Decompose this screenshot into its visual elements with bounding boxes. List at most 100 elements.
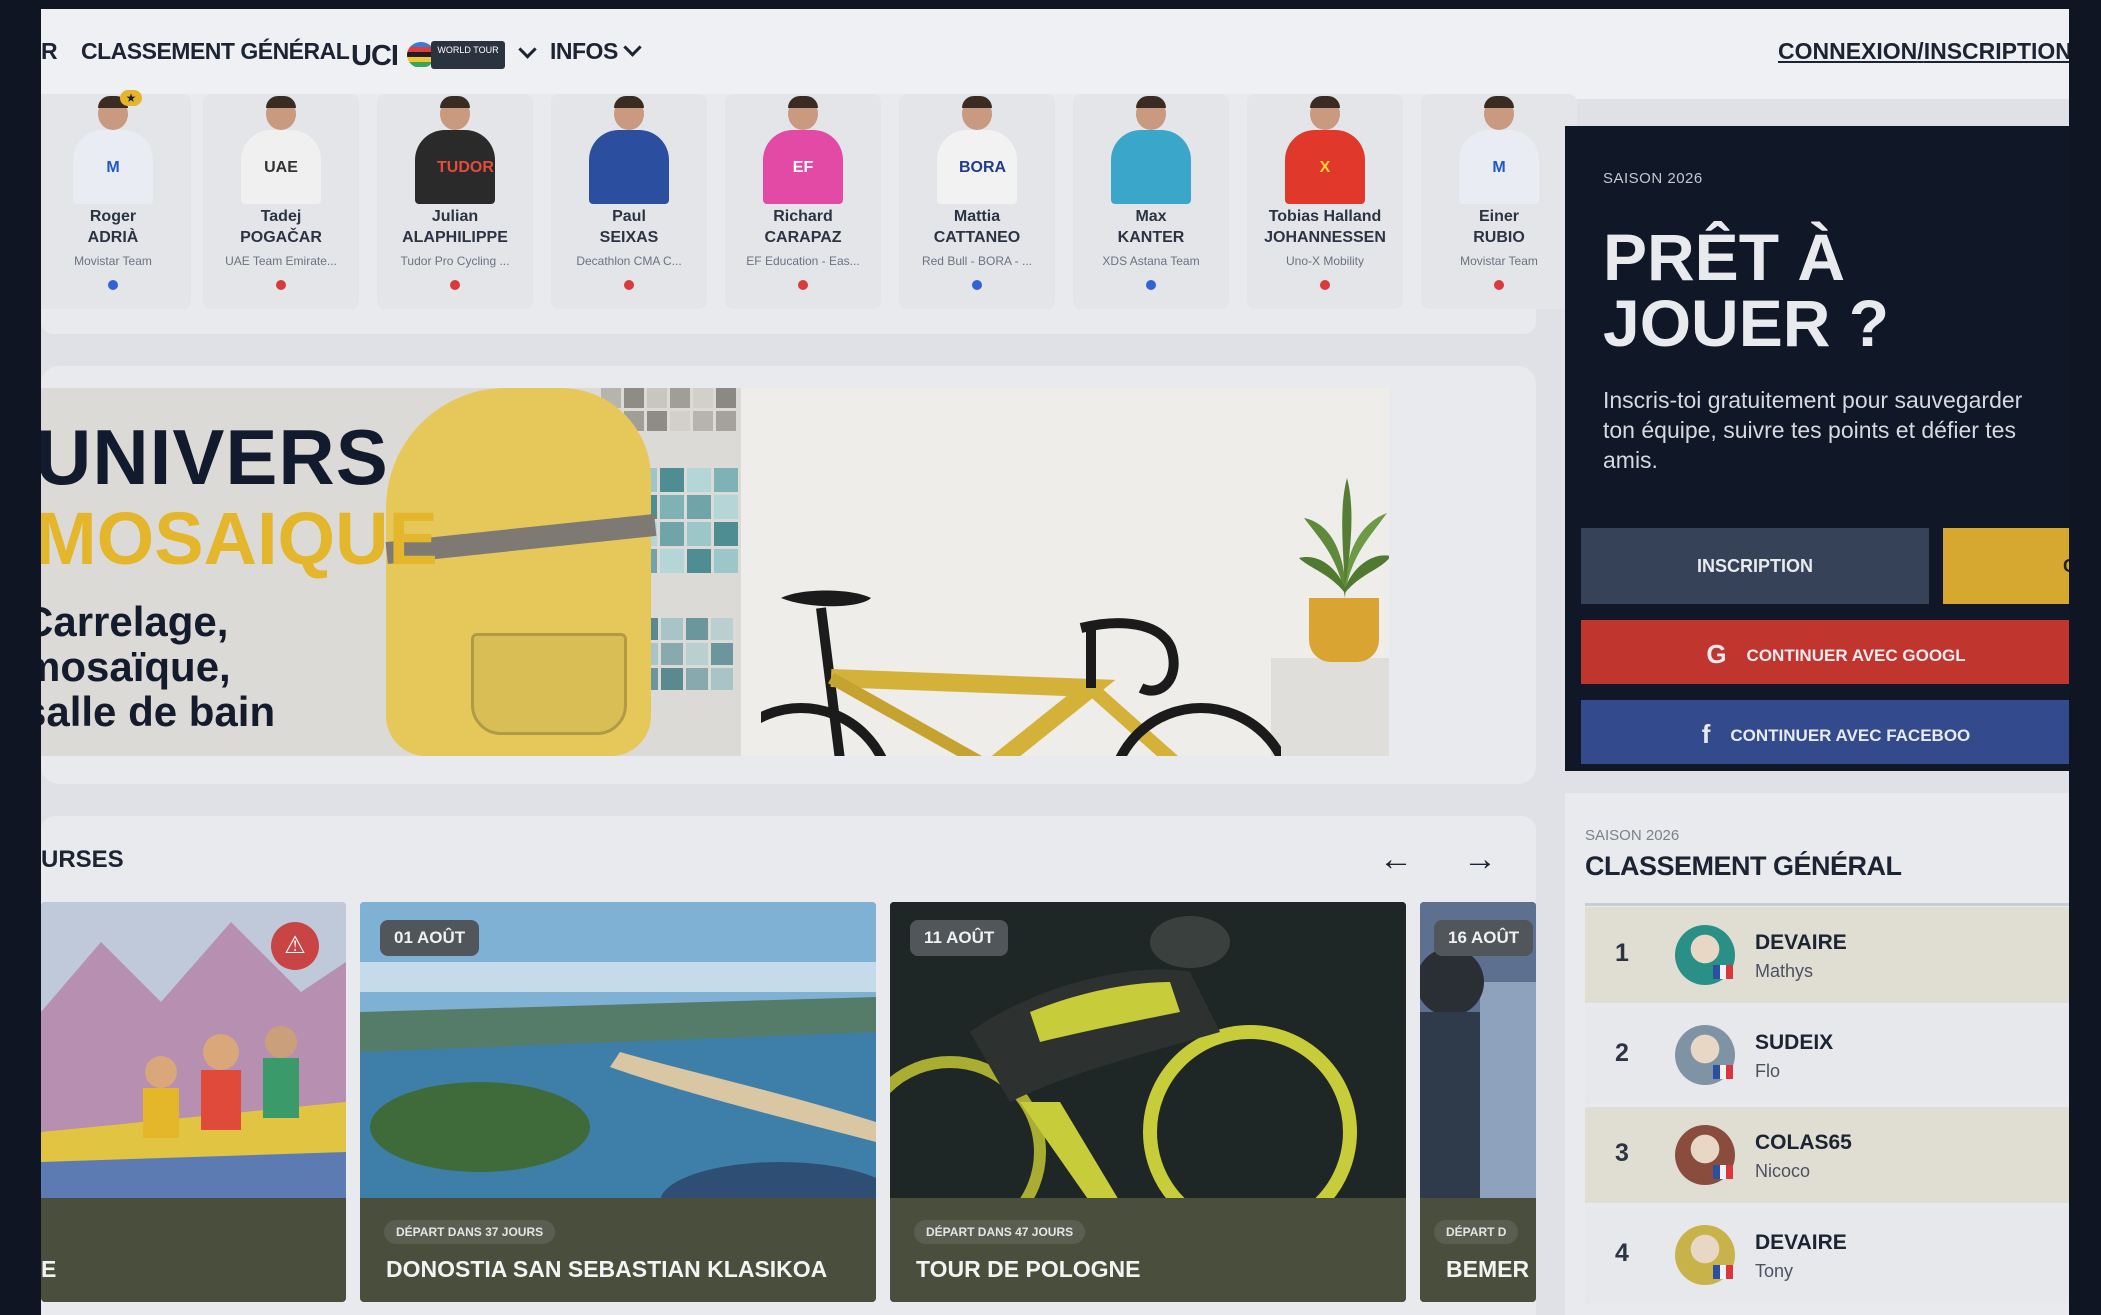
rider-first-name: Tobias Halland [1268,208,1382,225]
rider-status-dot [624,280,634,290]
rider-status-dot [1146,280,1156,290]
player-first-name: Nicoco [1755,1161,1811,1181]
chevron-down-icon [518,40,537,59]
rider-first-name: Einer [1478,208,1519,225]
ad-banner-card[interactable]: UNIVERS MOSAIQUE Carrelage, mosaïque, sa… [41,366,1536,784]
rider-hair [614,96,644,108]
rider-last-name: CATTANEO [933,229,1021,246]
rider-hair [440,96,470,108]
uci-worldtour-menu[interactable]: UCI WORLD TOUR [351,33,561,73]
rider-last-name: CARAPAZ [764,229,842,246]
rider-photo: BORA [937,94,1017,204]
plant-icon [1299,478,1389,598]
team-logo: M [106,159,120,176]
ad-banner-image[interactable]: UNIVERS MOSAIQUE Carrelage, mosaïque, sa… [41,388,1389,756]
star-icon: ★ [120,90,142,106]
france-flag-icon [1713,1065,1734,1079]
signup-title-line-2: JOUER ? [1603,286,1890,360]
rider-last-name: KANTER [1117,229,1185,246]
rider-last-name: JOHANNESSEN [1264,229,1386,246]
rider-card[interactable]: BORA Mattia CATTANEO Red Bull - BORA - ... [899,94,1055,309]
rider-card[interactable]: M Einer RUBIO Movistar Team [1421,94,1577,309]
rider-status-dot [798,280,808,290]
rider-photo: M [1459,94,1539,204]
race-name: BEMER [1446,1256,1530,1282]
riders-carousel: M ★ Roger ADRIÀ Movistar Team UAE Tadej POGAČAR… [41,90,1577,334]
race-date-badge: 11 AOÛT [910,920,1009,956]
signup-title-line-1: PRÊT À [1603,220,1846,294]
nav-classement-general[interactable]: CLASSEMENT GÉNÉRAL [81,38,350,65]
player-first-name: Mathys [1755,961,1814,981]
google-login-label: CONTINUER AVEC GOOGL [1746,646,1966,665]
player-first-name: Tony [1755,1261,1794,1281]
player-name: DEVAIRE [1755,931,1847,954]
rider-team: Red Bull - BORA - ... [921,254,1033,268]
player-name: SUDEIX [1755,1031,1834,1054]
team-logo: X [1319,159,1331,176]
ranking-position: 4 [1615,1239,1629,1267]
login-link[interactable]: CONNEXION [1778,38,1917,64]
ranking-position: 3 [1615,1139,1629,1167]
rider-card[interactable]: EF Richard CARAPAZ EF Education - Eas... [725,94,881,309]
rider-photo: M [73,94,153,204]
race-departure-badge: DÉPART D [1434,1220,1519,1244]
ad-line-2: mosaïque, [41,643,231,690]
signup-title: PRÊT À JOUER ? [1603,224,1889,356]
nav-infos[interactable]: INFOS [550,38,642,65]
ranking-row[interactable]: 2 SUDEIX Flo [1585,1007,2069,1103]
rider-card[interactable]: Max KANTER XDS Astana Team [1073,94,1229,309]
plant-pot [1309,598,1379,662]
rider-card[interactable]: M ★ Roger ADRIÀ Movistar Team [41,90,191,309]
races-title: URSES [41,846,124,873]
rider-last-name: ADRIÀ [87,229,139,246]
race-card[interactable]: 11 AOÛT DÉPART DANS 47 JOURS TOUR DE POL… [890,902,1406,1302]
google-login-button[interactable]: G CONTINUER AVEC GOOGL [1581,620,2069,684]
rider-card[interactable]: UAE Tadej POGAČAR UAE Team Emirate... [203,94,359,309]
race-card[interactable]: 01 AOÛT DÉPART DANS 37 JOURS DONOSTIA SA… [360,902,876,1302]
race-card[interactable]: ⚠ E [41,902,346,1302]
facebook-login-button[interactable]: f CONTINUER AVEC FACEBOO [1581,700,2069,764]
rider-first-name: Julian [431,208,479,225]
france-flag-icon [1713,1165,1734,1179]
rider-hair [1136,96,1166,108]
player-first-name: Flo [1755,1061,1781,1081]
races-next-arrow-icon[interactable]: → [1463,840,1497,879]
race-departure-badge: DÉPART DANS 47 JOURS [914,1220,1086,1244]
france-flag-icon [1713,965,1734,979]
connexion-button[interactable]: C [1943,528,2069,604]
france-flag-icon [1713,1265,1734,1279]
rider-hair [1484,96,1514,108]
register-link[interactable]: INSCRIPTION [1924,38,2069,64]
races-section: URSES ← → ⚠ E 01 AOÛT DÉPART DANS 37 JOU… [41,816,1536,1315]
player-name: DEVAIRE [1755,1231,1847,1254]
race-footer: DÉPART D BEMER [1420,1198,1536,1302]
nav-item-partial[interactable]: R [41,38,58,65]
worldtour-badge: WORLD TOUR [431,41,505,69]
ranking-row[interactable]: 4 DEVAIRE Tony [1585,1207,2069,1303]
rider-team: Decathlon CMA C... [576,254,682,268]
rider-status-dot [450,280,460,290]
ranking-row[interactable]: 3 COLAS65 Nicoco [1585,1107,2069,1203]
rider-team: Movistar Team [1460,254,1538,268]
ranking-divider [1585,903,2069,906]
auth-links: CONNEXION/INSCRIPTION [1778,38,2069,65]
team-logo: BORA [959,159,1007,176]
rider-last-name: POGAČAR [240,229,322,246]
rider-team: XDS Astana Team [1102,254,1200,268]
rider-card[interactable]: X Tobias Halland JOHANNESSEN Uno-X Mobility [1247,94,1403,309]
rider-card[interactable]: Paul SEIXAS Decathlon CMA C... [551,94,707,309]
mannequin-pocket [471,633,627,735]
shelf [1271,658,1389,756]
rider-team: Uno-X Mobility [1285,254,1365,268]
inscription-button[interactable]: INSCRIPTION [1581,528,1929,604]
races-prev-arrow-icon[interactable]: ← [1379,840,1413,879]
rider-card[interactable]: TUDOR Julian ALAPHILIPPE Tudor Pro Cycling … [377,94,533,309]
ranking-row[interactable]: 1 DEVAIRE Mathys [1585,907,2069,1003]
rider-last-name: ALAPHILIPPE [402,229,508,246]
rider-hair [788,96,818,108]
team-logo: EF [792,159,814,176]
rider-first-name: Max [1135,208,1167,225]
race-card[interactable]: 16 AOÛT DÉPART D BEMER [1420,902,1536,1302]
rider-first-name: Roger [89,208,137,225]
rider-status-dot [108,280,118,290]
